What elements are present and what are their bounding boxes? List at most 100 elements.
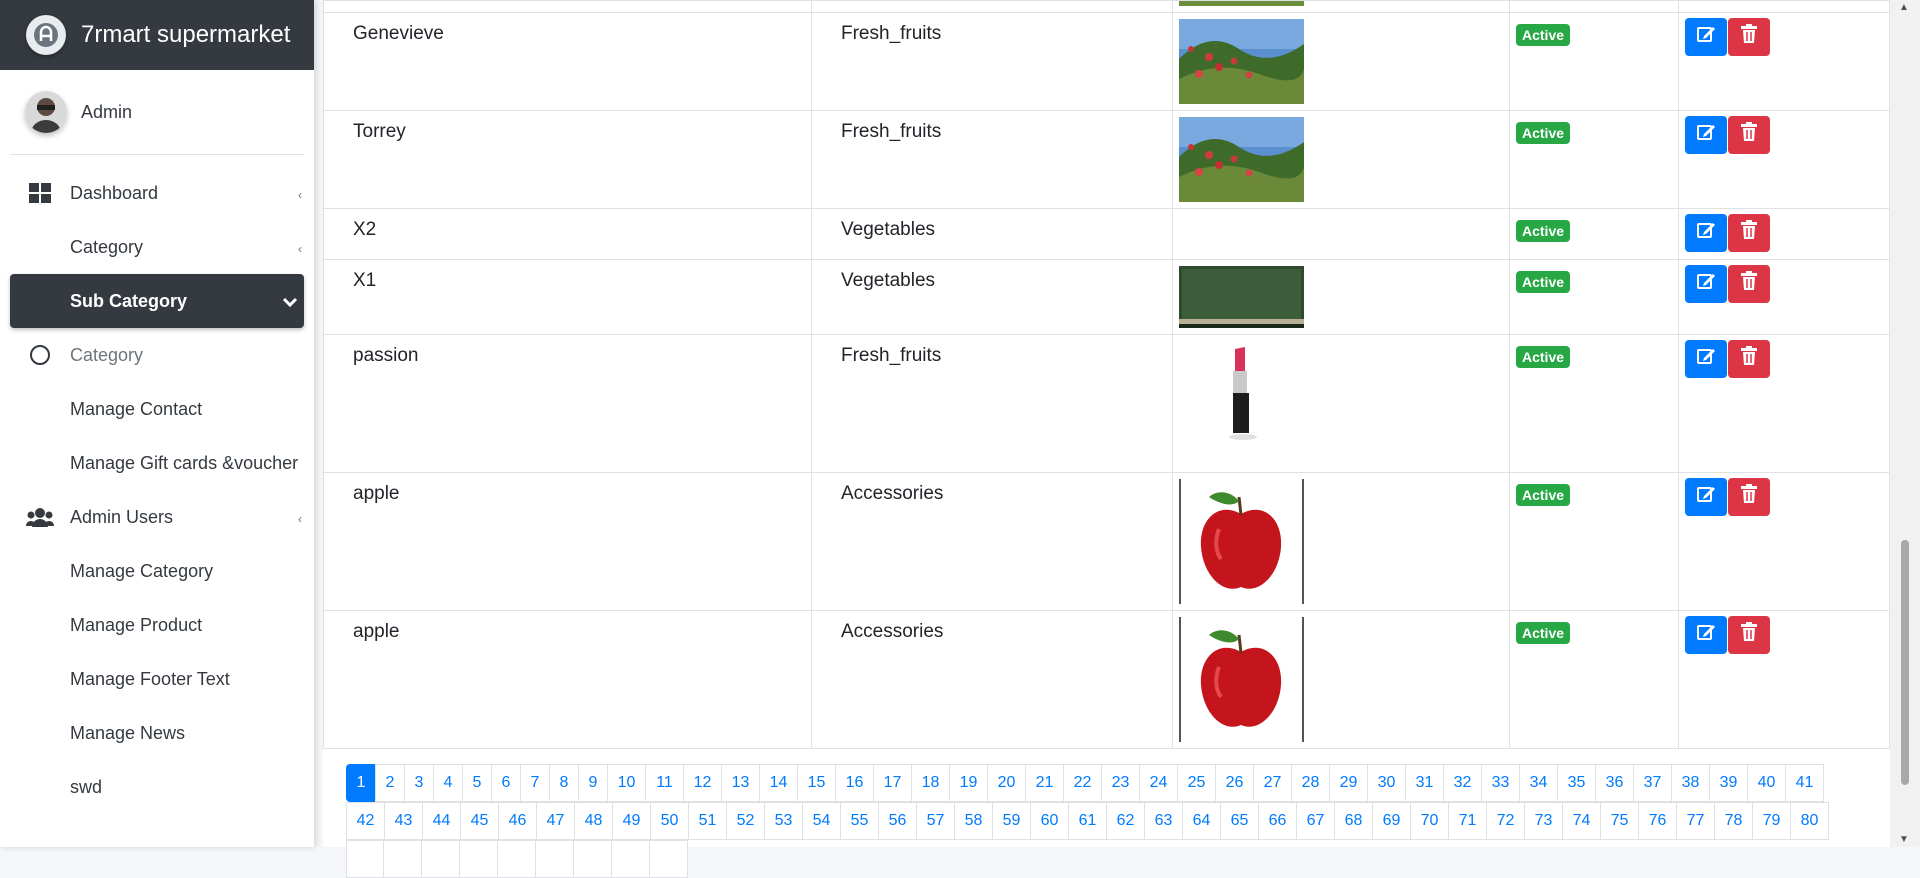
page-link[interactable]: 80 [1790, 802, 1829, 840]
page-link[interactable]: 7 [520, 764, 550, 802]
page-link[interactable]: 61 [1068, 802, 1107, 840]
page-link[interactable]: 33 [1481, 764, 1520, 802]
page-link[interactable]: 74 [1562, 802, 1601, 840]
page-link[interactable]: 45 [460, 802, 499, 840]
page-link[interactable]: 71 [1448, 802, 1487, 840]
page-link[interactable]: 15 [797, 764, 836, 802]
page-link[interactable]: 31 [1405, 764, 1444, 802]
page-link[interactable]: 69 [1372, 802, 1411, 840]
page-link[interactable]: 67 [1296, 802, 1335, 840]
page-link[interactable]: 50 [650, 802, 689, 840]
page-link[interactable]: 60 [1030, 802, 1069, 840]
page-link[interactable]: 2 [375, 764, 405, 802]
vertical-scrollbar[interactable]: ▲ ▼ [1890, 0, 1920, 847]
page-link[interactable]: 54 [802, 802, 841, 840]
page-link[interactable]: 66 [1258, 802, 1297, 840]
page-link[interactable]: 68 [1334, 802, 1373, 840]
page-link[interactable]: 26 [1215, 764, 1254, 802]
page-link[interactable]: 72 [1486, 802, 1525, 840]
page-link[interactable]: 6 [491, 764, 521, 802]
edit-button[interactable] [1685, 265, 1727, 303]
edit-button[interactable] [1685, 616, 1727, 654]
page-link[interactable]: 52 [726, 802, 765, 840]
page-link[interactable]: 34 [1519, 764, 1558, 802]
delete-button[interactable] [1728, 18, 1770, 56]
page-link[interactable]: 28 [1291, 764, 1330, 802]
page-link[interactable]: 20 [987, 764, 1026, 802]
edit-button[interactable] [1685, 340, 1727, 378]
page-link[interactable]: 4 [433, 764, 463, 802]
sidebar-item-category[interactable]: Category ‹ [10, 220, 304, 274]
page-link[interactable]: 48 [574, 802, 613, 840]
page-link[interactable]: 23 [1101, 764, 1140, 802]
edit-button[interactable] [1685, 478, 1727, 516]
page-link[interactable]: 22 [1063, 764, 1102, 802]
status-badge[interactable]: Active [1516, 271, 1571, 293]
page-link[interactable]: 27 [1253, 764, 1292, 802]
brand-bar[interactable]: 7rmart supermarket [0, 0, 314, 70]
page-link[interactable]: 44 [422, 802, 461, 840]
page-link[interactable]: 1 [346, 764, 376, 802]
page-link[interactable]: 59 [992, 802, 1031, 840]
status-badge[interactable]: Active [1516, 346, 1571, 368]
scrollbar-thumb[interactable] [1901, 540, 1909, 785]
page-link[interactable]: 47 [536, 802, 575, 840]
page-link[interactable]: 3 [404, 764, 434, 802]
scroll-up-icon[interactable]: ▲ [1899, 2, 1909, 13]
sidebar-item-manage-category[interactable]: Manage Category [10, 544, 304, 598]
status-badge[interactable]: Active [1516, 220, 1571, 242]
delete-button[interactable] [1728, 478, 1770, 516]
page-link[interactable]: 77 [1676, 802, 1715, 840]
edit-button[interactable] [1685, 116, 1727, 154]
page-link[interactable]: 73 [1524, 802, 1563, 840]
page-link[interactable]: 63 [1144, 802, 1183, 840]
sidebar-item-sub-category[interactable]: Sub Category [10, 274, 304, 328]
page-link[interactable]: 37 [1633, 764, 1672, 802]
delete-button[interactable] [1728, 340, 1770, 378]
page-link[interactable]: 39 [1709, 764, 1748, 802]
delete-button[interactable] [1728, 214, 1770, 252]
page-link[interactable]: 10 [607, 764, 646, 802]
page-link[interactable]: 29 [1329, 764, 1368, 802]
user-panel[interactable]: Admin [10, 70, 304, 155]
delete-button[interactable] [1728, 265, 1770, 303]
page-link[interactable]: 16 [835, 764, 874, 802]
status-badge[interactable]: Active [1516, 24, 1571, 46]
page-link[interactable]: 62 [1106, 802, 1145, 840]
sidebar-item-swd[interactable]: swd [10, 760, 304, 814]
status-badge[interactable]: Active [1516, 622, 1571, 644]
sidebar-item-category-sub[interactable]: Category [10, 328, 304, 382]
page-link[interactable]: 46 [498, 802, 537, 840]
delete-button[interactable] [1728, 116, 1770, 154]
sidebar-item-manage-news[interactable]: Manage News [10, 706, 304, 760]
page-link[interactable]: 79 [1752, 802, 1791, 840]
status-badge[interactable]: Active [1516, 484, 1571, 506]
page-link[interactable]: 76 [1638, 802, 1677, 840]
page-link[interactable]: 35 [1557, 764, 1596, 802]
sidebar-item-admin-users[interactable]: Admin Users ‹ [10, 490, 304, 544]
page-link[interactable]: 18 [911, 764, 950, 802]
page-link[interactable]: 53 [764, 802, 803, 840]
page-link[interactable]: 57 [916, 802, 955, 840]
page-link[interactable]: 58 [954, 802, 993, 840]
delete-button[interactable] [1728, 616, 1770, 654]
sidebar-item-dashboard[interactable]: Dashboard ‹ [10, 166, 304, 220]
page-link[interactable]: 40 [1747, 764, 1786, 802]
page-link[interactable]: 11 [645, 764, 684, 802]
edit-button[interactable] [1685, 214, 1727, 252]
page-link[interactable]: 14 [759, 764, 798, 802]
page-link[interactable]: 64 [1182, 802, 1221, 840]
page-link[interactable]: 55 [840, 802, 879, 840]
page-link[interactable]: 78 [1714, 802, 1753, 840]
page-link[interactable]: 42 [346, 802, 385, 840]
page-link[interactable]: 9 [578, 764, 608, 802]
page-link[interactable]: 70 [1410, 802, 1449, 840]
page-link[interactable]: 8 [549, 764, 579, 802]
scroll-down-icon[interactable]: ▼ [1899, 834, 1909, 845]
page-link[interactable]: 51 [688, 802, 727, 840]
sidebar-item-manage-footer-text[interactable]: Manage Footer Text [10, 652, 304, 706]
sidebar-item-gift-cards[interactable]: Manage Gift cards &voucher [10, 436, 304, 490]
page-link[interactable]: 5 [462, 764, 492, 802]
page-link[interactable]: 21 [1025, 764, 1064, 802]
page-link[interactable]: 13 [721, 764, 760, 802]
